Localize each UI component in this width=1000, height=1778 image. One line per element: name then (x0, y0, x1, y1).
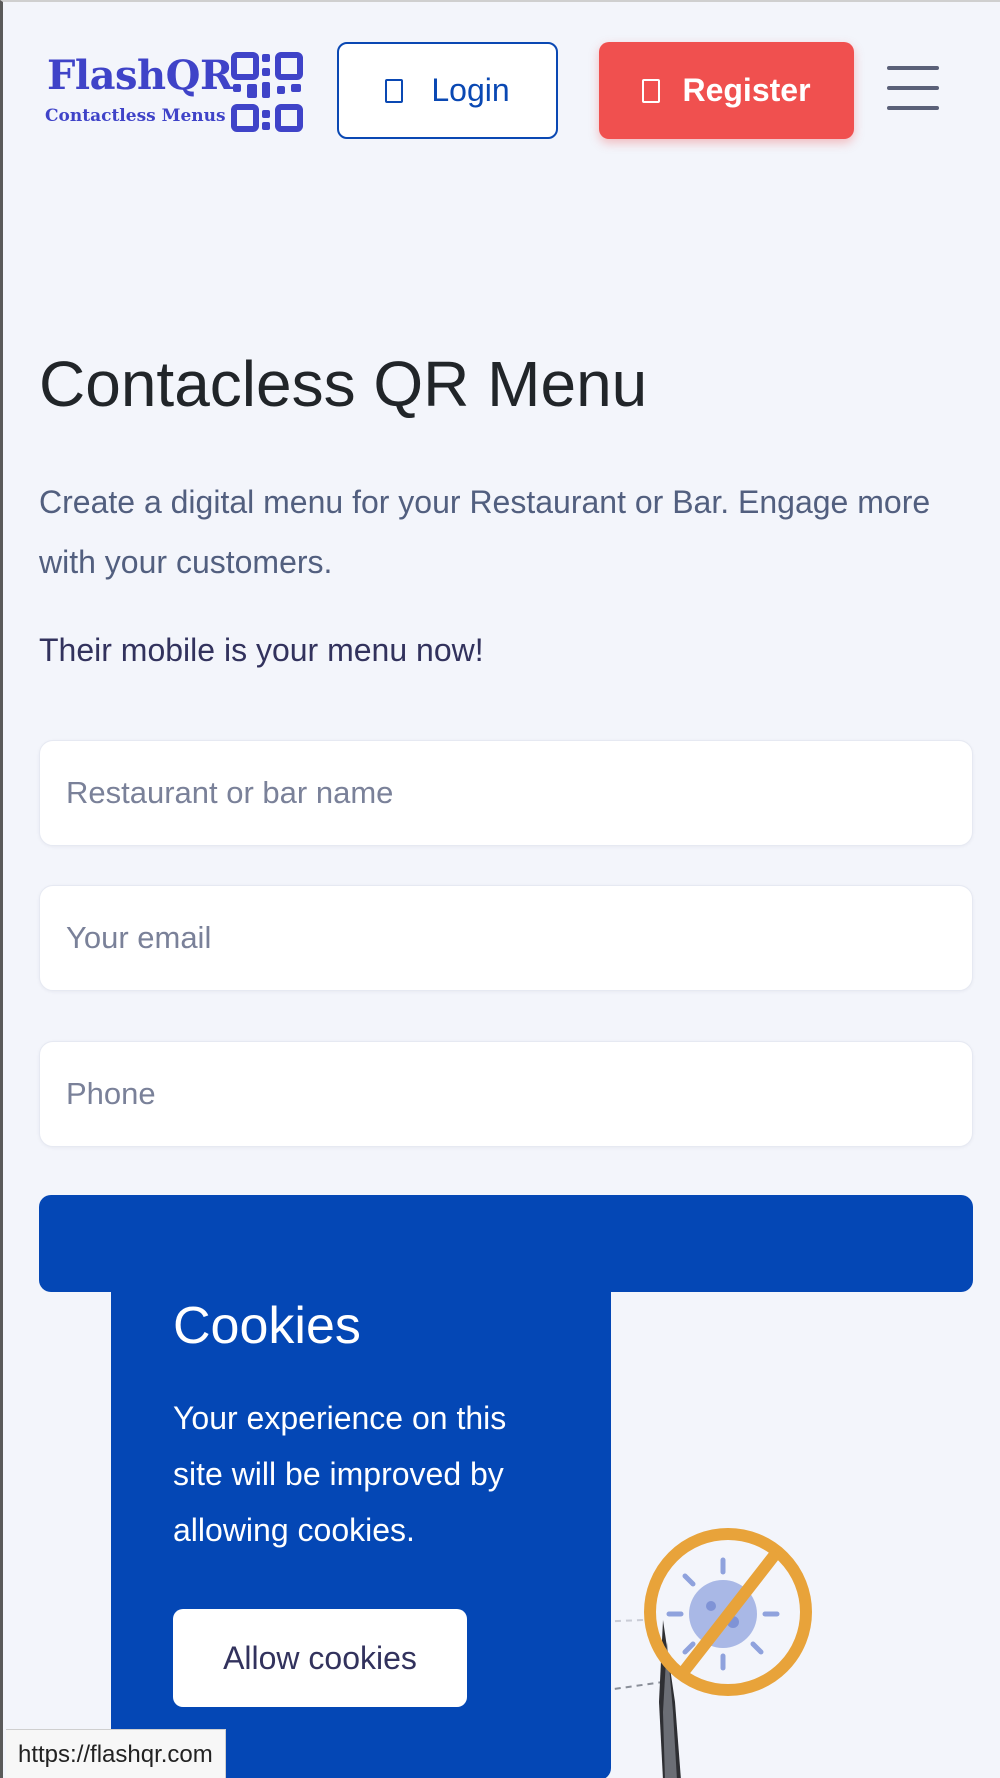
user-icon (385, 78, 404, 103)
cookie-title: Cookies (173, 1297, 361, 1355)
user-plus-icon (642, 78, 661, 103)
hero-description: Create a digital menu for your Restauran… (39, 484, 931, 580)
restaurant-name-input[interactable] (39, 740, 973, 846)
browser-status-url: https://flashqr.com (6, 1729, 226, 1778)
logo-subtitle: Contactless Menus (45, 106, 226, 126)
phone-input[interactable] (39, 1041, 973, 1147)
cookie-text: Your experience on this site will be imp… (173, 1400, 507, 1548)
email-input[interactable] (39, 885, 973, 991)
flashqr-logo[interactable]: FlashQR Contactless Menus (43, 50, 305, 134)
page-title: Contacless QR Menu (39, 348, 648, 420)
hamburger-icon[interactable] (887, 64, 939, 112)
register-button[interactable]: Register (599, 42, 854, 139)
cookie-banner: Cookies Your experience on this site wil… (111, 1292, 611, 1778)
hero-tagline: Their mobile is your menu now! (39, 632, 484, 668)
logo-name: FlashQR (47, 52, 233, 99)
site-header: FlashQR Contactless Menus Login Register (3, 2, 1000, 182)
no-virus-icon (603, 1528, 812, 1778)
submit-button[interactable] (39, 1195, 973, 1292)
qr-code-icon (231, 52, 303, 132)
register-label: Register (682, 72, 811, 108)
allow-cookies-button[interactable]: Allow cookies (173, 1609, 467, 1707)
login-label: Login (431, 72, 510, 108)
login-button[interactable]: Login (337, 42, 558, 139)
